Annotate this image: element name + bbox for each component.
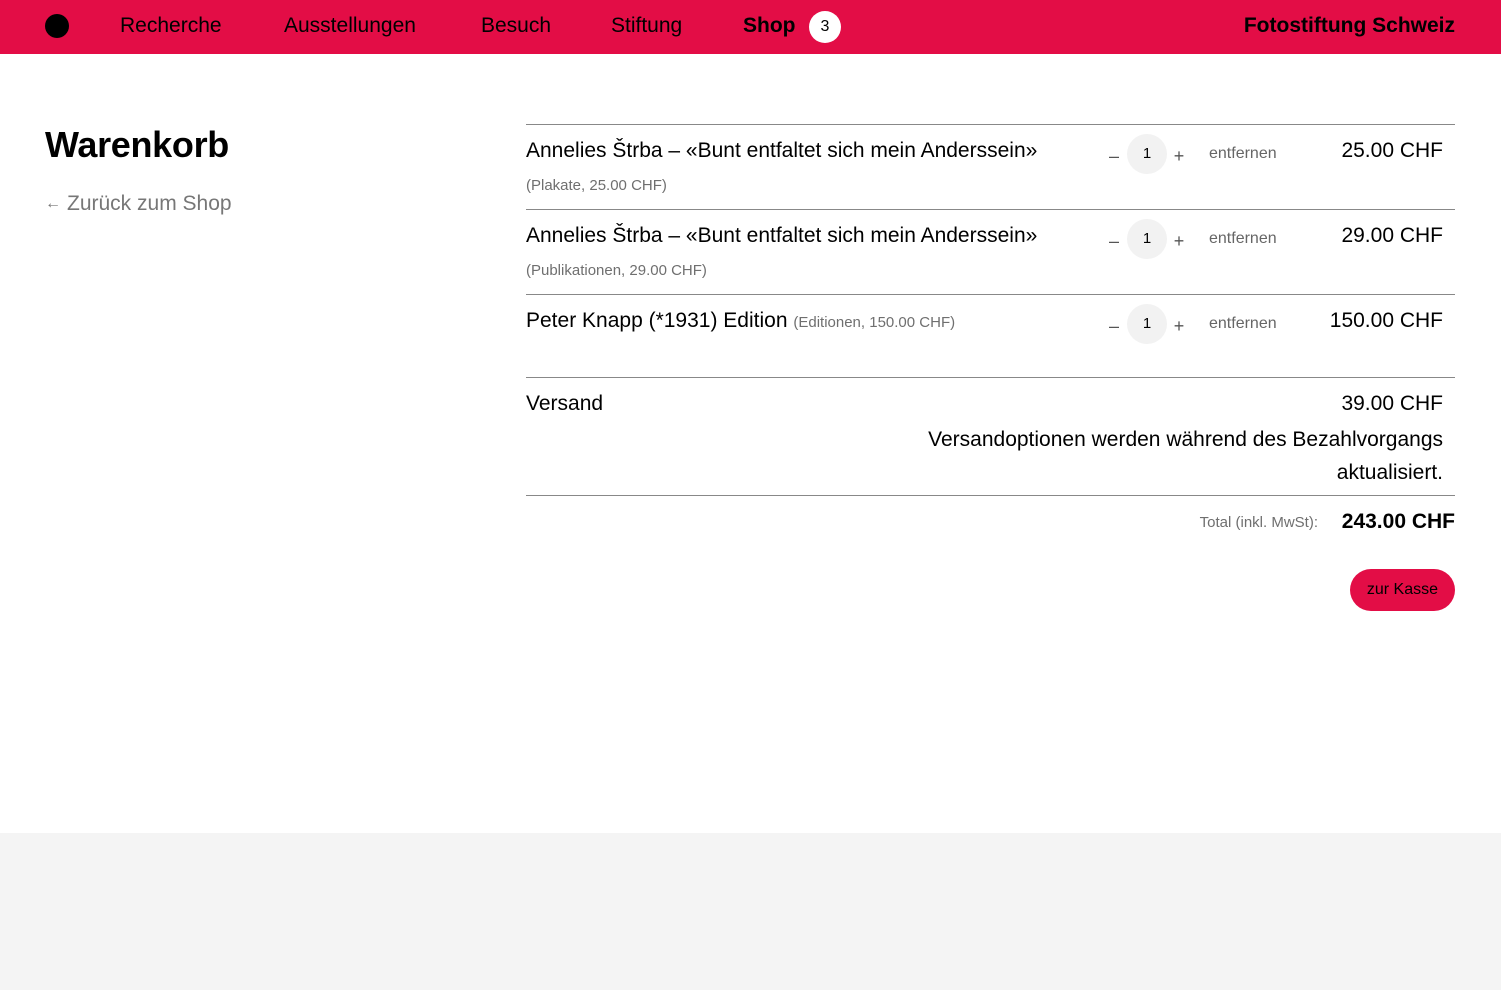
top-navigation-bar: Recherche Ausstellungen Besuch Stiftung … bbox=[0, 0, 1501, 54]
cart-line-item: Peter Knapp (*1931) Edition (Editionen, … bbox=[526, 294, 1455, 377]
item-title-with-category: Peter Knapp (*1931) Edition (Editionen, … bbox=[526, 308, 955, 336]
remove-item-link[interactable]: entfernen bbox=[1209, 229, 1277, 249]
shipping-label: Versand bbox=[526, 392, 604, 415]
shipping-price: 39.00 CHF bbox=[1341, 392, 1443, 415]
nav-item-shop[interactable]: Shop bbox=[743, 13, 796, 39]
item-category-price: (Plakate, 25.00 CHF) bbox=[526, 177, 667, 194]
shipping-row: Versand 39.00 CHF Versandoptionen werden… bbox=[526, 377, 1455, 495]
back-to-shop-link[interactable]: ← Zurück zum Shop bbox=[45, 191, 232, 219]
item-title: Annelies Štrba – «Bunt entfaltet sich me… bbox=[526, 224, 1038, 247]
footer bbox=[0, 833, 1501, 990]
remove-item-link[interactable]: entfernen bbox=[1209, 144, 1277, 164]
decrease-quantity-button[interactable]: – bbox=[1107, 145, 1121, 167]
shipping-note: Versandoptionen werden während des Bezah… bbox=[928, 428, 1443, 484]
nav-item-recherche[interactable]: Recherche bbox=[120, 13, 222, 39]
decrease-quantity-button[interactable]: – bbox=[1107, 230, 1121, 252]
item-category-price: (Editionen, 150.00 CHF) bbox=[793, 314, 956, 331]
increase-quantity-button[interactable]: + bbox=[1172, 315, 1186, 337]
decrease-quantity-button[interactable]: – bbox=[1107, 315, 1121, 337]
remove-item-link[interactable]: entfernen bbox=[1209, 314, 1277, 334]
nav-item-ausstellungen[interactable]: Ausstellungen bbox=[284, 13, 416, 39]
arrow-left-icon: ← bbox=[45, 195, 61, 212]
item-category-price: (Publikationen, 29.00 CHF) bbox=[526, 262, 707, 279]
item-title: Peter Knapp (*1931) Edition bbox=[526, 309, 788, 332]
increase-quantity-button[interactable]: + bbox=[1172, 230, 1186, 252]
item-price: 29.00 CHF bbox=[1341, 224, 1443, 247]
cart-line-item: Annelies Štrba – «Bunt entfaltet sich me… bbox=[526, 209, 1455, 294]
checkout-button[interactable]: zur Kasse bbox=[1349, 569, 1455, 611]
total-row: Total (inkl. MwSt): 243.00 CHF bbox=[526, 495, 1455, 555]
item-price: 150.00 CHF bbox=[1329, 309, 1443, 332]
brand-name[interactable]: Fotostiftung Schweiz bbox=[1244, 13, 1455, 39]
quantity-field[interactable]: 1 bbox=[1127, 304, 1167, 344]
item-title: Annelies Štrba – «Bunt entfaltet sich me… bbox=[526, 139, 1038, 162]
cart-count-badge[interactable]: 3 bbox=[809, 11, 841, 43]
cart-list: Annelies Štrba – «Bunt entfaltet sich me… bbox=[526, 124, 1455, 611]
back-to-shop-label: Zurück zum Shop bbox=[67, 192, 232, 215]
increase-quantity-button[interactable]: + bbox=[1172, 145, 1186, 167]
item-price: 25.00 CHF bbox=[1341, 139, 1443, 162]
page-title: Warenkorb bbox=[45, 124, 229, 165]
cart-line-item: Annelies Štrba – «Bunt entfaltet sich me… bbox=[526, 124, 1455, 209]
logo-dot-icon[interactable] bbox=[45, 14, 69, 38]
total-value: 243.00 CHF bbox=[1341, 510, 1455, 533]
nav-item-besuch[interactable]: Besuch bbox=[481, 13, 551, 39]
nav-item-stiftung[interactable]: Stiftung bbox=[611, 13, 682, 39]
quantity-field[interactable]: 1 bbox=[1127, 219, 1167, 259]
total-label: Total (inkl. MwSt): bbox=[1199, 514, 1318, 531]
quantity-field[interactable]: 1 bbox=[1127, 134, 1167, 174]
